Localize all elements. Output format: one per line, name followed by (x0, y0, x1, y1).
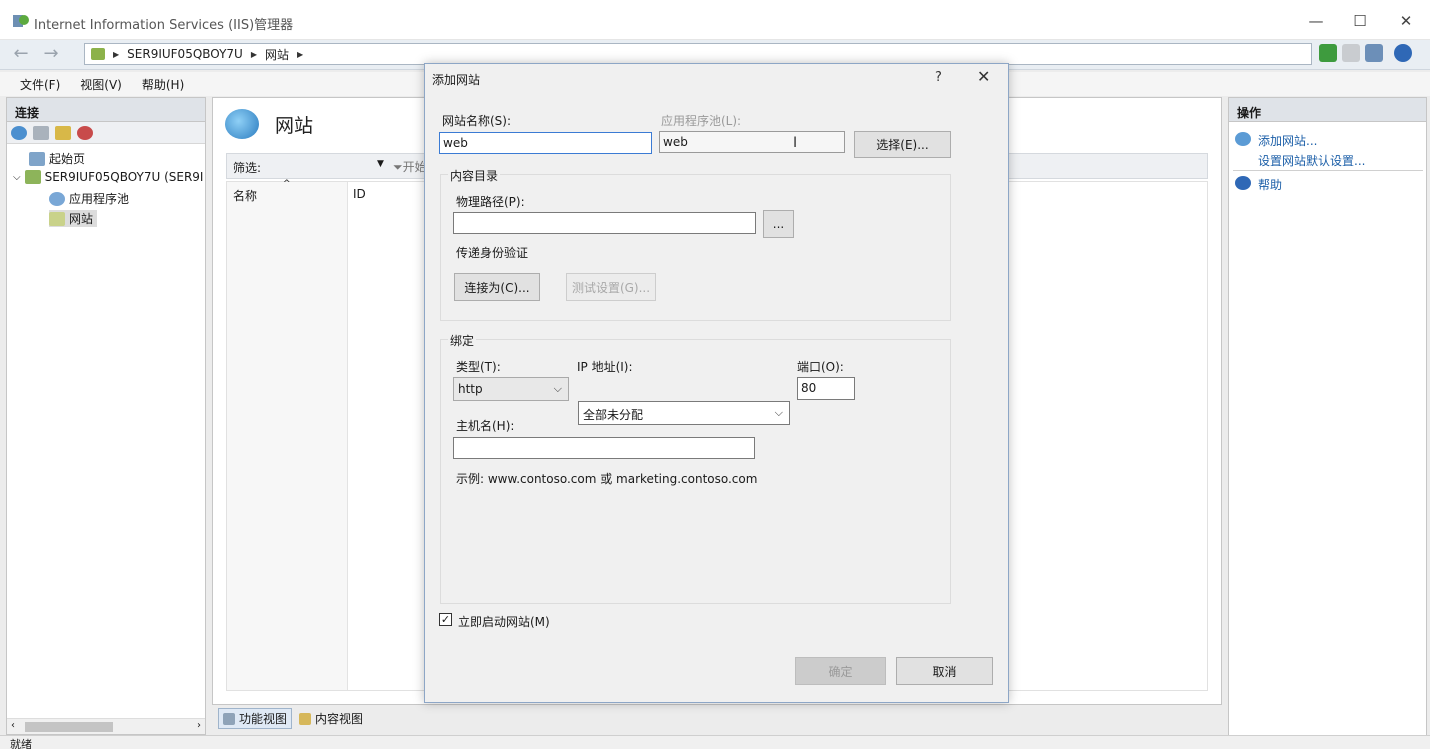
forward-arrow-icon[interactable]: → (40, 44, 62, 66)
add-site-link[interactable]: 添加网站... (1258, 132, 1317, 149)
up-folder-icon[interactable] (55, 125, 71, 140)
address-breadcrumb[interactable]: ▶ SER9IUF05QBOY7U ▶ 网站 ▶ (84, 43, 1312, 65)
text-cursor-icon: I (793, 135, 798, 151)
server-node-icon (91, 48, 105, 60)
host-name-label: 主机名(H): (456, 419, 515, 433)
site-name-label: 网站名称(S): (442, 114, 512, 128)
scroll-right-icon[interactable]: › (197, 720, 201, 731)
set-site-defaults-link[interactable]: 设置网站默认设置... (1258, 152, 1365, 169)
start-now-label: 立即启动网站(M) (458, 615, 550, 629)
save-icon[interactable] (33, 125, 49, 140)
ip-address-label: IP 地址(I): (577, 360, 633, 374)
content-view-icon (299, 712, 311, 725)
horizontal-scrollbar[interactable]: ‹ › (7, 718, 205, 734)
port-input[interactable]: 80 (797, 377, 855, 400)
help-icon (1235, 176, 1251, 190)
actions-header: 操作 (1229, 98, 1426, 122)
content-directory-label: 内容目录 (448, 167, 501, 184)
breadcrumb-sites[interactable]: 网站 (265, 46, 289, 63)
close-window-icon[interactable]: ✕ (1394, 10, 1418, 32)
tree-item-start-page[interactable]: 起始页 (29, 150, 85, 167)
home-icon[interactable] (1365, 44, 1383, 62)
physical-path-input[interactable] (453, 212, 756, 234)
funnel-icon: ⏷ (393, 160, 403, 174)
port-label: 端口(O): (797, 360, 844, 374)
server-icon (24, 170, 41, 184)
select-app-pool-button[interactable]: 选择(E)... (854, 131, 951, 158)
binding-label: 绑定 (448, 332, 477, 349)
host-name-example: 示例: www.contoso.com 或 marketing.contoso.… (456, 472, 758, 486)
dialog-close-icon[interactable]: ✕ (977, 67, 990, 86)
status-text: 就绪 (10, 738, 32, 749)
add-site-icon (1235, 132, 1251, 146)
help-link[interactable]: 帮助 (1258, 176, 1282, 193)
ok-button[interactable]: 确定 (795, 657, 886, 685)
back-arrow-icon[interactable]: ← (10, 44, 32, 66)
app-pool-label: 应用程序池(L): (661, 114, 742, 128)
pass-through-auth-label: 传递身份验证 (456, 246, 529, 260)
tree-item-app-pools[interactable]: 应用程序池 (49, 190, 129, 207)
tree-item-server[interactable]: ⌵ SER9IUF05QBOY7U (SER9I (13, 170, 203, 184)
connections-pane: 连接 起始页 ⌵ SER9IUF05QBOY7U (SER9I 应用程序池 网站… (6, 97, 206, 735)
connect-as-button[interactable]: 连接为(C)... (454, 273, 540, 301)
help-dropdown-icon[interactable] (1394, 44, 1412, 62)
scroll-thumb[interactable] (25, 722, 113, 732)
filter-dropdown-icon[interactable]: ▼ (377, 159, 384, 169)
start-now-checkbox[interactable]: ✓ (439, 613, 452, 626)
type-label: 类型(T): (456, 360, 501, 374)
maximize-icon[interactable]: ☐ (1348, 10, 1372, 32)
binding-type-select[interactable]: http ⌵ (453, 377, 569, 401)
minimize-icon[interactable]: — (1304, 10, 1328, 32)
breadcrumb-chevron-icon: ▶ (250, 49, 257, 59)
page-title: 网站 (275, 115, 314, 137)
app-pool-input[interactable]: web (659, 131, 845, 153)
host-name-input[interactable] (453, 437, 755, 459)
column-header-id[interactable]: ID (353, 187, 366, 201)
connections-tree: 起始页 ⌵ SER9IUF05QBOY7U (SER9I 应用程序池 网站 (7, 144, 205, 704)
tab-content-view[interactable]: 内容视图 (294, 708, 368, 729)
cancel-button[interactable]: 取消 (896, 657, 993, 685)
app-pool-icon (49, 191, 65, 206)
breadcrumb-server[interactable]: SER9IUF05QBOY7U (127, 47, 243, 61)
ip-address-select[interactable]: 全部未分配 ⌵ (578, 401, 790, 425)
start-page-icon (29, 151, 45, 166)
test-settings-button[interactable]: 测试设置(G)... (566, 273, 656, 301)
sites-globe-icon (225, 109, 259, 139)
breadcrumb-chevron-icon: ▶ (297, 49, 304, 59)
browse-path-button[interactable]: ... (763, 210, 794, 238)
column-header-name[interactable]: 名称 (233, 187, 257, 204)
filter-label: 筛选: (233, 161, 262, 175)
expand-chevron-icon[interactable]: ⌵ (13, 172, 21, 183)
connect-globe-icon[interactable] (11, 125, 27, 140)
tab-features-view[interactable]: 功能视图 (218, 708, 293, 729)
breadcrumb-chevron-icon: ▶ (113, 49, 120, 59)
chevron-down-icon: ⌵ (774, 406, 783, 419)
dialog-help-button[interactable]: ? (935, 70, 942, 85)
refresh-icon[interactable] (1319, 44, 1337, 62)
scroll-left-icon[interactable]: ‹ (11, 720, 15, 731)
stop-icon[interactable] (1342, 44, 1360, 62)
site-name-input[interactable]: web (439, 132, 652, 154)
features-view-icon (223, 712, 235, 725)
window-title: Internet Information Services (IIS)管理器 (34, 18, 294, 33)
connections-header: 连接 (7, 98, 205, 122)
iis-app-icon (12, 12, 30, 30)
menu-view[interactable]: 视图(V) (80, 76, 122, 93)
sites-folder-icon (49, 211, 65, 226)
dialog-title: 添加网站 (432, 73, 481, 87)
menu-file[interactable]: 文件(F) (20, 76, 60, 93)
connections-toolbar (7, 122, 205, 144)
sort-up-icon: ^ (283, 179, 291, 189)
tree-item-sites[interactable]: 网站 (49, 210, 98, 227)
actions-pane: 操作 添加网站... 设置网站默认设置... 帮助 (1228, 97, 1427, 749)
menu-help[interactable]: 帮助(H) (142, 76, 184, 93)
chevron-down-icon: ⌵ (553, 382, 562, 395)
physical-path-label: 物理路径(P): (456, 195, 525, 209)
disconnect-icon[interactable] (77, 125, 93, 140)
status-bar: 就绪 (0, 735, 1430, 749)
filter-go-button[interactable]: ⏷开始 (393, 158, 427, 175)
